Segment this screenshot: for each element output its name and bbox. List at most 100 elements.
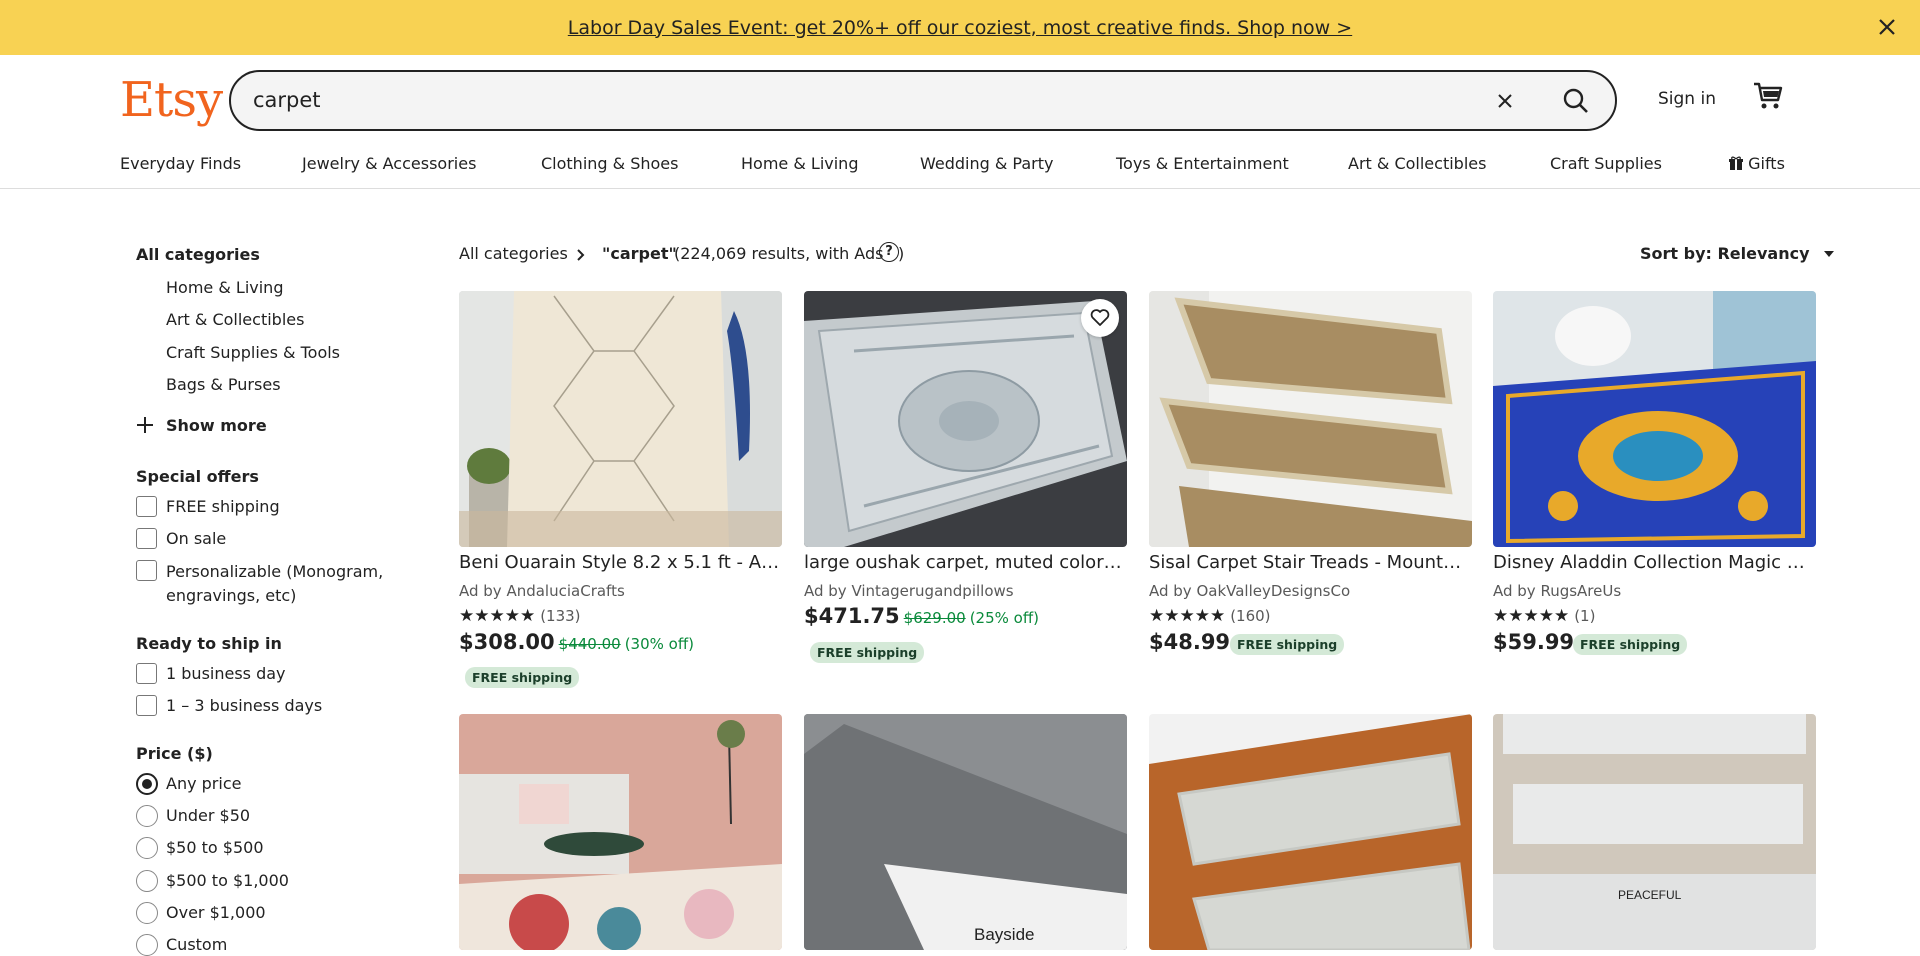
- nav-gifts-label: Gifts: [1748, 154, 1785, 173]
- star-rating: ★★★★★ (1): [1493, 606, 1595, 626]
- close-icon[interactable]: [1874, 14, 1900, 40]
- product-image[interactable]: [1493, 291, 1816, 547]
- caret-down-icon: [1824, 251, 1835, 257]
- product-price: $59.99: [1493, 630, 1574, 654]
- ready-to-ship-heading: Ready to ship in: [136, 634, 282, 653]
- search-input[interactable]: [253, 72, 1453, 129]
- price-heading: Price ($): [136, 744, 213, 763]
- promo-banner-link[interactable]: Labor Day Sales Event: get 20%+ off our …: [568, 17, 1352, 39]
- stars-icon: ★★★★★: [1149, 606, 1226, 626]
- nav-gifts[interactable]: Gifts: [1729, 154, 1785, 173]
- nav-art-collectibles[interactable]: Art & Collectibles: [1348, 154, 1486, 173]
- search-icon[interactable]: [1557, 82, 1595, 120]
- product-title[interactable]: Disney Aladdin Collection Magic Carpet R…: [1493, 552, 1816, 573]
- show-more-button[interactable]: Show more: [166, 416, 267, 435]
- product-price: $48.99: [1149, 630, 1230, 654]
- sale-price: $59.99: [1493, 630, 1575, 654]
- price-under-50-label: Under $50: [166, 806, 251, 825]
- sort-dropdown[interactable]: Sort by: Relevancy: [1640, 244, 1835, 263]
- product-image[interactable]: Bayside: [804, 714, 1127, 950]
- sale-price: $308.00: [459, 630, 555, 654]
- personalizable-checkbox[interactable]: [136, 560, 157, 581]
- results-count-close: ): [898, 244, 905, 263]
- filter-category-craft-supplies[interactable]: Craft Supplies & Tools: [166, 343, 340, 362]
- discount-label: (25% off): [969, 609, 1040, 627]
- shop-name: Ad by RugsAreUs: [1493, 582, 1622, 600]
- price-50-500-radio[interactable]: [136, 837, 158, 859]
- filter-category-art-collectibles[interactable]: Art & Collectibles: [166, 310, 304, 329]
- search-bar: [229, 70, 1617, 131]
- nav-jewelry-accessories[interactable]: Jewelry & Accessories: [302, 154, 476, 173]
- product-price: $308.00 $440.00 (30% off): [459, 630, 694, 654]
- product-image[interactable]: [1149, 714, 1472, 950]
- nav-wedding-party[interactable]: Wedding & Party: [920, 154, 1053, 173]
- review-count: (1): [1574, 607, 1596, 625]
- peaceful-label: PEACEFUL: [1618, 888, 1682, 902]
- on-sale-label: On sale: [166, 529, 227, 548]
- ads-info-icon[interactable]: ?: [879, 242, 899, 262]
- all-categories-link[interactable]: All categories: [136, 245, 260, 264]
- price-50-500-label: $50 to $500: [166, 838, 264, 857]
- sale-price: $48.99: [1149, 630, 1231, 654]
- sale-price: $471.75: [804, 604, 900, 628]
- clear-search-icon[interactable]: [1490, 86, 1520, 116]
- price-500-1000-radio[interactable]: [136, 870, 158, 892]
- cart-icon[interactable]: [1752, 81, 1784, 111]
- ship-1-day-checkbox[interactable]: [136, 663, 157, 684]
- personalizable-label: Personalizable (Monogram,: [166, 562, 384, 581]
- price-over-1000-radio[interactable]: [136, 902, 158, 924]
- filter-category-bags-purses[interactable]: Bags & Purses: [166, 375, 281, 394]
- ship-1-day-label: 1 business day: [166, 664, 286, 683]
- price-any-radio[interactable]: [136, 773, 158, 795]
- review-count: (160): [1230, 607, 1271, 625]
- breadcrumb-all-categories[interactable]: All categories: [459, 244, 568, 263]
- site-header: Etsy Sign in: [0, 55, 1920, 135]
- shop-name: Ad by AndaluciaCrafts: [459, 582, 625, 600]
- nav-clothing-shoes[interactable]: Clothing & Shoes: [541, 154, 678, 173]
- free-shipping-badge: FREE shipping: [1230, 634, 1345, 655]
- price-any-label: Any price: [166, 774, 242, 793]
- promo-banner: Labor Day Sales Event: get 20%+ off our …: [0, 0, 1920, 55]
- ship-1-3-days-checkbox[interactable]: [136, 695, 157, 716]
- ship-1-3-days-label: 1 – 3 business days: [166, 696, 323, 715]
- special-offers-heading: Special offers: [136, 467, 259, 486]
- original-price: $629.00: [903, 609, 966, 627]
- filter-category-home-living[interactable]: Home & Living: [166, 278, 283, 297]
- chevron-right-icon: [576, 247, 586, 266]
- product-title[interactable]: Sisal Carpet Stair Treads - Mountain Sis…: [1149, 552, 1472, 573]
- nav-everyday-finds[interactable]: Everyday Finds: [120, 154, 241, 173]
- product-image[interactable]: [459, 291, 782, 547]
- product-image[interactable]: [804, 291, 1127, 547]
- favorite-heart-icon[interactable]: [1081, 299, 1119, 337]
- price-500-1000-label: $500 to $1,000: [166, 871, 289, 890]
- search-query-label: "carpet": [602, 244, 677, 263]
- star-rating: ★★★★★ (133): [459, 606, 581, 626]
- shop-name: Ad by OakValleyDesignsCo: [1149, 582, 1351, 600]
- review-count: (133): [540, 607, 581, 625]
- price-under-50-radio[interactable]: [136, 805, 158, 827]
- discount-label: (30% off): [624, 635, 695, 653]
- original-price: $440.00: [558, 635, 621, 653]
- free-shipping-badge: FREE shipping: [465, 667, 580, 688]
- free-shipping-badge: FREE shipping: [1573, 634, 1688, 655]
- free-shipping-label: FREE shipping: [166, 497, 280, 516]
- stars-icon: ★★★★★: [459, 606, 536, 626]
- price-custom-radio[interactable]: [136, 934, 158, 956]
- personalizable-label-cont: engravings, etc): [166, 586, 297, 605]
- product-image[interactable]: PEACEFUL: [1493, 714, 1816, 950]
- results-count: (224,069 results, with Ads: [674, 244, 883, 263]
- nav-toys-entertainment[interactable]: Toys & Entertainment: [1116, 154, 1289, 173]
- product-title[interactable]: Beni Ouarain Style 8.2 x 5.1 ft - Authen…: [459, 552, 782, 573]
- free-shipping-checkbox[interactable]: [136, 496, 157, 517]
- product-image[interactable]: [459, 714, 782, 950]
- plus-icon[interactable]: [136, 416, 154, 438]
- nav-craft-supplies[interactable]: Craft Supplies: [1550, 154, 1662, 173]
- gift-icon: [1729, 156, 1743, 170]
- etsy-logo[interactable]: Etsy: [120, 72, 223, 128]
- product-image[interactable]: [1149, 291, 1472, 547]
- nav-home-living[interactable]: Home & Living: [741, 154, 858, 173]
- product-title[interactable]: large oushak carpet, muted colors faded …: [804, 552, 1127, 573]
- on-sale-checkbox[interactable]: [136, 528, 157, 549]
- sign-in-link[interactable]: Sign in: [1658, 89, 1716, 109]
- shop-name: Ad by Vintagerugandpillows: [804, 582, 1014, 600]
